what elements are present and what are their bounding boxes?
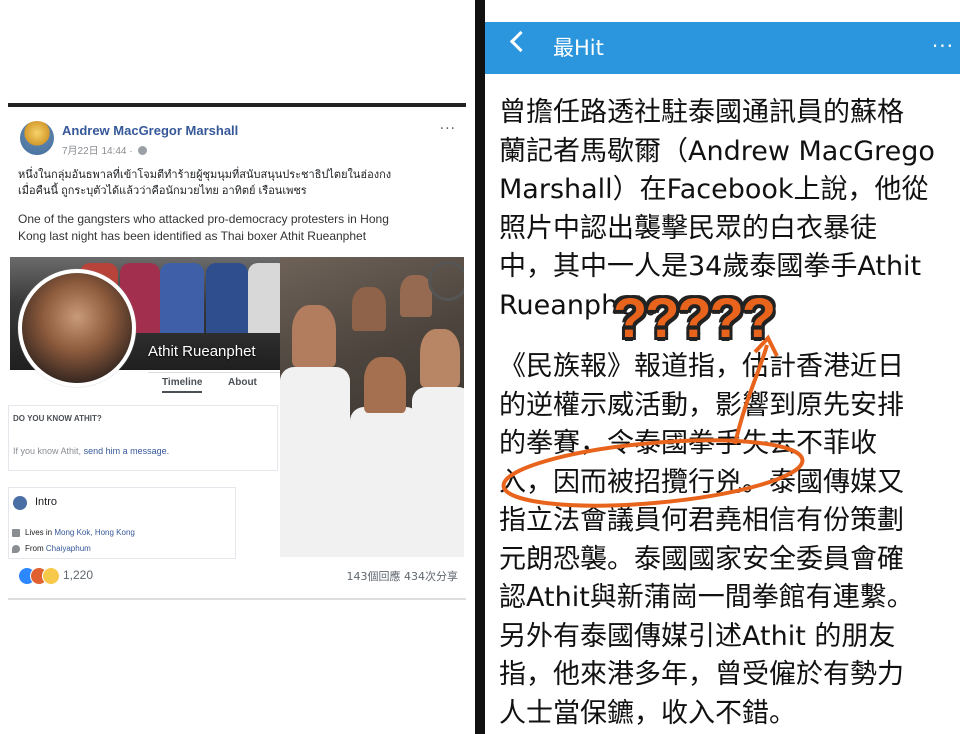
timestamp-text: 7月22日 14:44 · <box>62 146 133 157</box>
profile-name[interactable]: Athit Rueanphet <box>148 343 256 360</box>
post-text-thai: หนึ่งในกลุ่มอันธพาลที่เข้าโจมตีทำร้ายผู้… <box>18 167 458 199</box>
location-icon <box>12 545 20 553</box>
cover-person <box>160 263 204 333</box>
article-paragraph-2: 《民族報》報道指，估計香港近日 的逆權示威活動，影響到原先安排 的拳賽，令泰國拳… <box>499 351 914 729</box>
tab-about[interactable]: About <box>228 377 257 388</box>
from-value-link[interactable]: Chaiyaphum <box>46 544 91 553</box>
from-line: From Chaiyaphum <box>12 544 91 553</box>
know-title: DO YOU KNOW ATHIT? <box>13 414 102 423</box>
group-photo[interactable] <box>280 257 464 557</box>
english-line-2: Kong last night has been identified as T… <box>18 229 367 243</box>
intro-card: Intro Lives in Mong Kok, Hong Kong From … <box>8 487 236 559</box>
person-head <box>420 329 460 387</box>
fan-icon <box>428 261 464 301</box>
person-shirt <box>412 387 464 557</box>
right-panel: 最Hit ··· 曾擔任路透社駐泰國通訊員的蘇格 蘭記者馬歇爾（Andrew M… <box>485 0 960 734</box>
post-text-english: One of the gangsters who attacked pro-de… <box>18 211 458 245</box>
post-author[interactable]: Andrew MacGregor Marshall <box>62 123 238 138</box>
lives-value-link[interactable]: Mong Kok, Hong Kong <box>54 528 135 537</box>
left-panel: Andrew MacGregor Marshall 7月22日 14:44 · … <box>0 0 475 734</box>
person-shirt <box>280 367 350 557</box>
author-avatar[interactable] <box>20 121 54 155</box>
profile-tabs: Timeline About <box>148 372 280 395</box>
header-title: 最Hit <box>553 36 604 60</box>
lives-in-line: Lives in Mong Kok, Hong Kong <box>12 528 135 537</box>
thai-line-1: หนึ่งในกลุ่มอันธพาลที่เข้าโจมตีทำร้ายผู้… <box>18 169 392 181</box>
intro-icon <box>13 496 27 510</box>
person-head <box>352 287 386 331</box>
profile-picture[interactable] <box>18 269 136 387</box>
person-shirt <box>350 407 420 557</box>
post-timestamp: 7月22日 14:44 · <box>62 142 148 157</box>
tab-timeline[interactable]: Timeline <box>162 377 203 393</box>
reaction-count: 1,220 <box>63 568 94 582</box>
globe-icon <box>138 146 148 155</box>
english-line-1: One of the gangsters who attacked pro-de… <box>18 212 389 226</box>
comments-count[interactable]: 143個回應 <box>347 570 401 583</box>
back-arrow-icon[interactable] <box>509 30 532 53</box>
know-text: If you know Athit, send him a message. <box>13 446 169 456</box>
question-marks-overlay: ????? <box>613 286 776 349</box>
person-head <box>364 357 406 413</box>
person-head <box>292 305 336 367</box>
from-label: From <box>25 544 44 553</box>
cover-person <box>206 263 248 333</box>
post-more-button[interactable]: ··· <box>440 121 456 137</box>
know-prefix: If you know Athit, <box>13 446 82 456</box>
know-card: DO YOU KNOW ATHIT? If you know Athit, se… <box>8 405 278 471</box>
home-icon <box>12 529 20 537</box>
lives-label: Lives in <box>25 528 53 537</box>
engagement-stats: 143個回應 434次分享 <box>347 568 459 584</box>
app-header: 最Hit ··· <box>485 22 960 74</box>
header-more-button[interactable]: ··· <box>932 34 954 58</box>
thai-line-2: เมื่อคืนนี้ ถูกระบุตัวได้แล้วว่าคือนักมว… <box>18 185 307 197</box>
shares-count[interactable]: 434次分享 <box>404 570 458 583</box>
intro-title: Intro <box>35 496 58 508</box>
facebook-post: Andrew MacGregor Marshall 7月22日 14:44 · … <box>8 103 466 600</box>
send-message-link[interactable]: send him a message. <box>84 446 170 456</box>
wow-icon <box>42 567 60 585</box>
